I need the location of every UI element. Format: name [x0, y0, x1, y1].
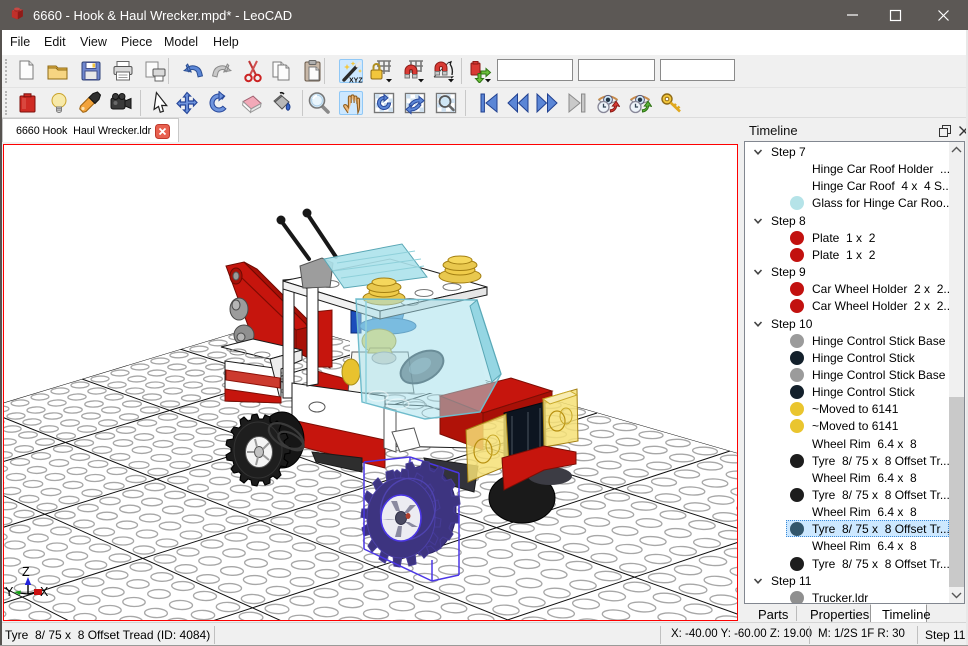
svg-text:Z: Z: [22, 565, 30, 579]
svg-text:Y: Y: [5, 585, 14, 599]
svg-text:XYZ: XYZ: [349, 78, 363, 85]
svg-text:X: X: [40, 585, 49, 599]
